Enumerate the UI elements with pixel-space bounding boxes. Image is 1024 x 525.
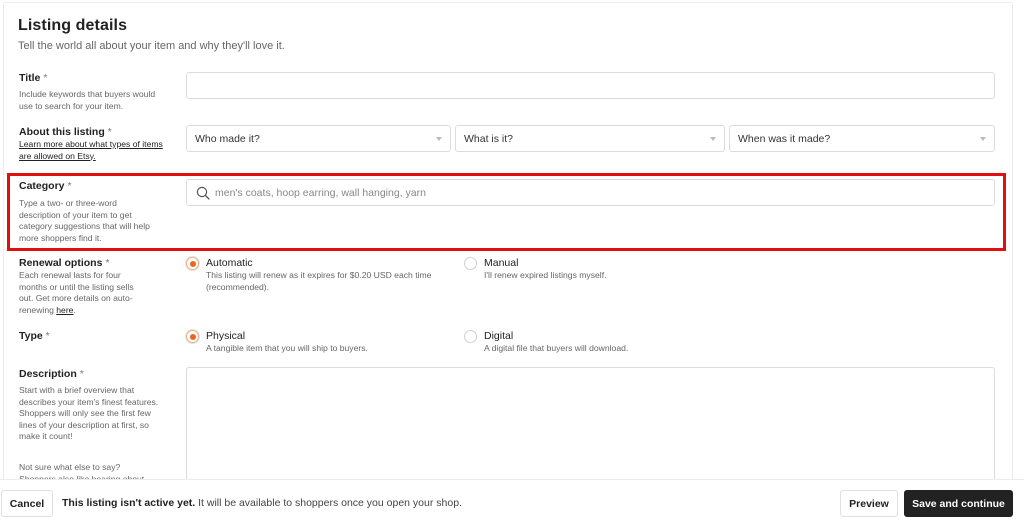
chevron-down-icon [980,137,986,141]
chevron-down-icon [710,137,716,141]
type-label-text: Type [19,330,43,342]
who-made-it-select[interactable]: Who made it? [186,125,451,152]
type-digital-radio[interactable] [464,330,477,343]
renewal-label-text: Renewal options [19,257,103,269]
who-made-it-value: Who made it? [195,133,260,145]
renewal-help-suffix: . [73,304,76,315]
listing-status-rest: It will be available to shoppers once yo… [195,497,462,509]
when-made-select[interactable]: When was it made? [729,125,995,152]
renewal-automatic-desc: This listing will renew as it expires fo… [206,270,432,292]
description-label: Description * [19,368,84,380]
when-made-value: When was it made? [738,133,831,145]
renewal-label: Renewal options * [19,257,109,269]
required-marker: * [105,257,110,269]
category-label: Category * [19,180,72,192]
page-title: Listing details [18,17,128,34]
type-physical-desc: A tangible item that you will ship to bu… [206,343,368,353]
renewal-manual-desc: I'll renew expired listings myself. [484,270,607,280]
renewal-help: Each renewal lasts for four months or un… [19,270,149,316]
required-marker: * [107,126,112,138]
title-input[interactable] [186,72,995,99]
required-marker: * [45,330,50,342]
about-label: About this listing * [19,126,112,138]
type-digital-desc: A digital file that buyers will download… [484,343,629,353]
preview-button[interactable]: Preview [840,490,898,517]
renewal-manual-label: Manual [484,257,519,269]
type-physical-radio[interactable] [186,330,199,343]
save-and-continue-button[interactable]: Save and continue [904,490,1013,517]
renewal-automatic-radio[interactable] [186,257,199,270]
search-icon [196,186,210,200]
what-is-it-select[interactable]: What is it? [455,125,725,152]
description-label-text: Description [19,368,77,380]
category-placeholder: men's coats, hoop earring, wall hanging,… [215,187,426,199]
description-textarea[interactable] [186,367,995,487]
what-is-it-value: What is it? [464,133,514,145]
renewal-help-text: Each renewal lasts for four months or un… [19,270,134,315]
renewal-automatic-label: Automatic [206,257,253,269]
description-help: Start with a brief overview that describ… [19,385,159,441]
type-digital-label: Digital [484,330,514,342]
renewal-manual-radio[interactable] [464,257,477,270]
footer-bar: Cancel This listing isn't active yet. It… [0,479,1024,525]
type-physical-label: Physical [206,330,246,342]
required-marker: * [79,368,84,380]
title-help: Include keywords that buyers would use t… [19,89,156,111]
title-label-text: Title [19,72,41,84]
type-label: Type * [19,330,50,342]
renewal-here-link[interactable]: here [56,305,73,315]
required-marker: * [43,72,48,84]
about-label-text: About this listing [19,126,105,138]
cancel-button[interactable]: Cancel [1,490,53,517]
page-subtitle: Tell the world all about your item and w… [18,40,285,52]
title-label: Title * [19,72,47,84]
category-help: Type a two- or three-word description of… [19,198,150,243]
allowed-items-link[interactable]: Learn more about what types of items are… [19,139,164,162]
listing-status-bold: This listing isn't active yet. [62,497,196,509]
chevron-down-icon [436,137,442,141]
required-marker: * [67,180,72,192]
category-label-text: Category [19,180,65,192]
category-search-input[interactable]: men's coats, hoop earring, wall hanging,… [186,179,995,206]
listing-status-message: This listing isn't active yet. It will b… [62,497,462,509]
